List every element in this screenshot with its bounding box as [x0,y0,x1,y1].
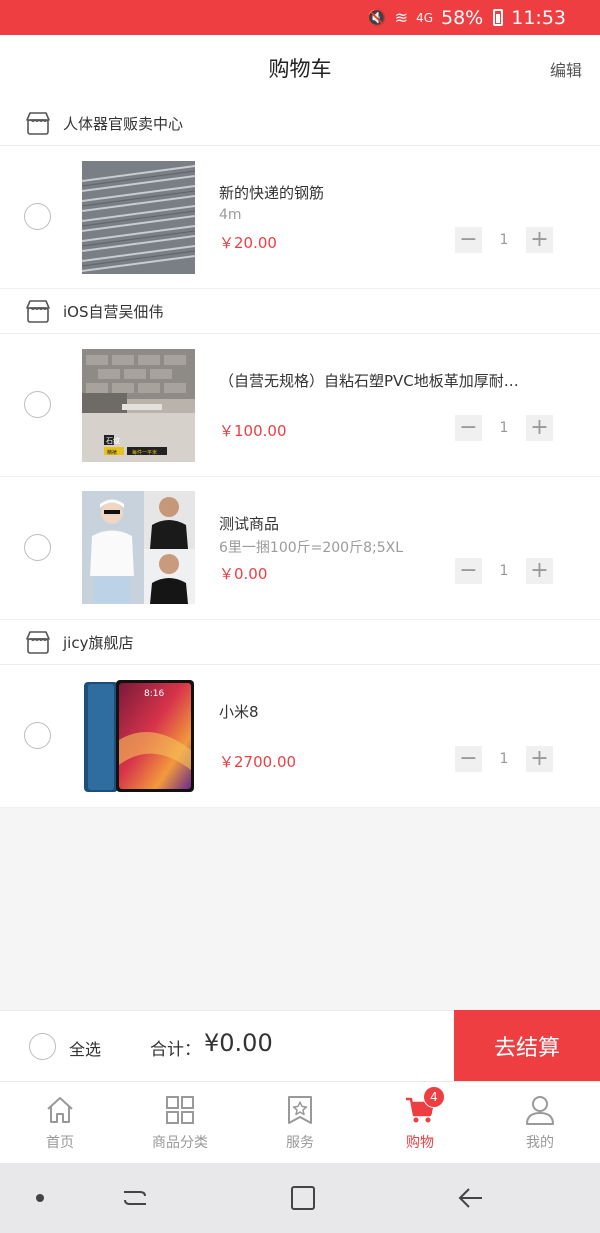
home-button-icon[interactable] [288,1183,318,1213]
decrement-button[interactable]: − [455,746,482,772]
clock: 11:53 [511,6,566,29]
floor-label-main: 石纹 [106,436,120,445]
item-select-radio[interactable] [24,203,51,230]
store-icon [26,112,50,135]
battery-percent: 58% [441,6,484,29]
tab-profile[interactable]: 我的 [480,1082,600,1163]
tab-label: 商品分类 [152,1135,208,1151]
product-image[interactable]: 8:16 [82,680,195,793]
shop-header[interactable]: iOS自营吴佃伟 [0,289,600,334]
floor-label-finish: 精裱 [107,449,117,456]
cart-count-badge: 4 [423,1086,445,1108]
mute-icon: 🔇 [366,8,387,27]
page-title: 购物车 [268,57,332,81]
increment-button[interactable]: + [526,746,553,772]
total-label: 合计： [150,1040,201,1060]
select-all-radio[interactable] [29,1033,56,1060]
store-icon [26,300,50,323]
checkout-bar: 全选 合计： ¥0.00 去结算 [0,1010,600,1082]
bottom-tab-bar: 首页 商品分类 服务 4 购物 我的 [0,1081,600,1163]
signal-icon: 4G [416,10,433,25]
item-select-radio[interactable] [24,534,51,561]
cart-list: 人体器官贩卖中心 新的快递的钢筋 4m ￥20.00 − 1 + iOS自营吴佃… [0,101,600,808]
home-icon [47,1097,73,1123]
increment-button[interactable]: + [526,558,553,584]
product-title[interactable]: （自营无规格）自粘石塑PVC地板革加厚耐… [219,370,549,391]
recent-apps-icon[interactable] [120,1183,150,1213]
quantity-value[interactable]: 1 [489,563,519,579]
edit-button[interactable]: 编辑 [550,57,582,81]
product-image[interactable] [82,491,195,604]
item-select-radio[interactable] [24,722,51,749]
grid-icon [166,1096,194,1124]
product-spec: 4m [219,207,242,223]
cart-item: 8:16 小米8 ￥2700.00 − 1 + [0,665,600,808]
tab-label: 服务 [286,1135,314,1151]
product-title[interactable]: 测试商品 [219,513,549,534]
store-icon [26,631,50,654]
tab-label: 购物 [406,1135,434,1151]
floor-label-unit: 每件一平米 [132,449,157,456]
quantity-value[interactable]: 1 [489,420,519,436]
product-price: ￥0.00 [219,565,268,583]
item-select-radio[interactable] [24,391,51,418]
quantity-stepper: − 1 + [455,415,553,441]
tab-service[interactable]: 服务 [240,1082,360,1163]
phone-screen-clock: 8:16 [144,689,164,699]
decrement-button[interactable]: − [455,558,482,584]
quantity-stepper: − 1 + [455,558,553,584]
select-all-label[interactable]: 全选 [69,1036,101,1060]
decrement-button[interactable]: − [455,415,482,441]
increment-button[interactable]: + [526,415,553,441]
checkout-button[interactable]: 去结算 [454,1010,600,1082]
shop-name: iOS自营吴佃伟 [63,302,164,321]
shop-header[interactable]: jicy旗舰店 [0,620,600,665]
shop-name: 人体器官贩卖中心 [63,114,184,133]
tab-cart[interactable]: 4 购物 [360,1082,480,1163]
status-bar: 🔇 ≋ 4G 58% 11:53 [0,0,600,35]
battery-icon [493,9,504,26]
nav-dot-icon[interactable] [36,1194,44,1202]
quantity-stepper: − 1 + [455,746,553,772]
cart-item: 新的快递的钢筋 4m ￥20.00 − 1 + [0,146,600,289]
shop-header[interactable]: 人体器官贩卖中心 [0,101,600,146]
increment-button[interactable]: + [526,227,553,253]
quantity-value[interactable]: 1 [489,751,519,767]
product-image[interactable] [82,161,195,274]
total-value: ¥0.00 [204,1029,273,1057]
system-nav-bar [0,1163,600,1233]
quantity-stepper: − 1 + [455,227,553,253]
product-price: ￥100.00 [219,422,287,440]
tab-home[interactable]: 首页 [0,1082,120,1163]
tab-label: 我的 [526,1135,554,1151]
product-price: ￥2700.00 [219,753,297,771]
product-image[interactable]: 石纹 精裱 每件一平米 [82,349,195,462]
product-spec: 6里一捆100斤=200斤8;5XL [219,540,404,556]
product-title[interactable]: 新的快递的钢筋 [219,182,549,203]
back-icon[interactable] [455,1183,485,1213]
user-icon [526,1096,554,1125]
product-title[interactable]: 小米8 [219,701,549,722]
tab-category[interactable]: 商品分类 [120,1082,240,1163]
shop-name: jicy旗舰店 [63,633,134,652]
quantity-value[interactable]: 1 [489,232,519,248]
product-price: ￥20.00 [219,234,277,252]
cart-item: 石纹 精裱 每件一平米 （自营无规格）自粘石塑PVC地板革加厚耐… ￥100.0… [0,334,600,477]
app-header: 购物车 编辑 [0,35,600,101]
wifi-icon: ≋ [394,8,409,27]
decrement-button[interactable]: − [455,227,482,253]
cart-item: 测试商品 6里一捆100斤=200斤8;5XL ￥0.00 − 1 + [0,477,600,620]
tab-label: 首页 [46,1135,74,1151]
bookmark-star-icon [288,1096,312,1124]
